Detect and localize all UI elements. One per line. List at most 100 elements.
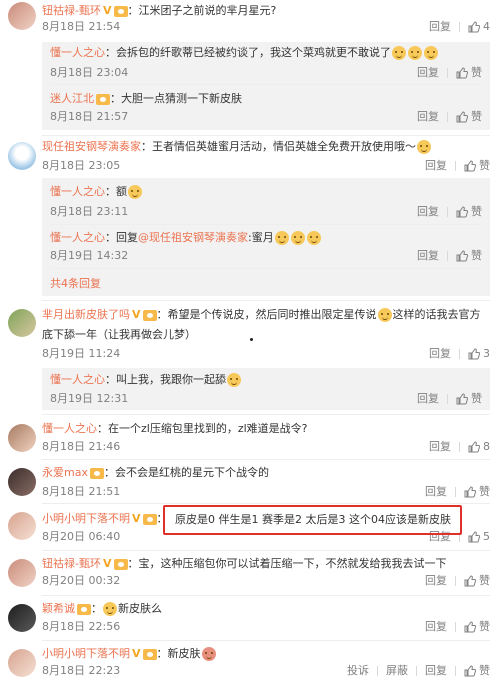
like-button[interactable]: 赞 — [456, 249, 482, 262]
reply-button[interactable]: 回复 — [425, 159, 447, 173]
username[interactable]: 芈月出新皮肤了吗 — [42, 308, 130, 321]
reply-button[interactable]: 回复 — [425, 574, 447, 588]
comment-text: 会不会是红桃的星元下个战令的 — [114, 466, 269, 479]
reply-button[interactable]: 回复 — [429, 347, 451, 361]
comment-text: 在一个zl压缩包里找到的，zl难道是战令? — [108, 422, 308, 435]
username[interactable]: 钮祜禄-甄环 — [42, 557, 101, 570]
comment-item: 永爱max ：会不会是红桃的星元下个战令的 8月18日 21:51 回复 赞 — [0, 462, 500, 502]
reply-button[interactable]: 回复 — [429, 20, 451, 34]
comment-line: 芈月出新皮肤了吗 V ：希望是个传说皮，然后同时推出限定星传说 这样的话我去官方底下舔… — [42, 305, 486, 345]
avatar[interactable] — [8, 468, 36, 496]
username[interactable]: 懂一人之心 — [50, 373, 105, 386]
timestamp: 8月18日 21:54 — [42, 20, 121, 33]
avatar[interactable] — [8, 604, 36, 632]
username[interactable]: 现任祖安钢琴演奏家 — [42, 140, 141, 153]
level-icon — [142, 648, 157, 660]
comment-actions: 回复 赞 — [425, 574, 490, 588]
level-icon — [96, 93, 110, 105]
reply-line: 迷人江北 ：大胆一点猜测一下新皮肤 — [50, 92, 242, 105]
reply-button[interactable]: 回复 — [429, 440, 451, 454]
username[interactable]: 懂一人之心 — [42, 422, 97, 435]
username[interactable]: 迷人江北 — [50, 92, 94, 105]
like-button[interactable]: 赞 — [464, 159, 490, 173]
reply-line: 懂一人之心：回复@现任祖安钢琴演奏家:蜜月 — [50, 230, 484, 246]
reply-button[interactable]: 回复 — [425, 485, 447, 499]
level-icon — [89, 467, 104, 479]
comment-line: 钮祜禄-甄环 V ：江米团子之前说的芈月星元? — [42, 4, 277, 17]
comment-item: 小明小明下落不明 V ：新皮肤 8月18日 22:23 投诉 屏蔽 回复 赞 — [0, 643, 500, 687]
like-button[interactable]: 赞 — [464, 620, 490, 634]
level-icon — [113, 558, 128, 570]
like-button[interactable]: 赞 — [456, 392, 482, 405]
more-replies-link[interactable]: 共4条回复 — [50, 277, 101, 291]
username[interactable]: 永爱max — [42, 466, 88, 479]
username[interactable]: 懂一人之心 — [50, 231, 105, 244]
comment-text: 希望是个传说皮，然后同时推出限定星传说 — [167, 308, 377, 321]
like-button[interactable]: 3 — [468, 347, 490, 361]
comment-line: 钮祜禄-甄环 V ：宝，这种压缩包你可以试着压缩一下，不然就发给我我去试一下 — [42, 557, 447, 570]
level-icon — [77, 603, 91, 615]
avatar[interactable] — [8, 2, 36, 30]
username[interactable]: 懂一人之心 — [50, 185, 105, 198]
reply-actions: 回复 赞 — [417, 392, 482, 406]
reply-text: 会拆包的纤歌蒂已经被约谈了，我这个菜鸡就更不敢说了 — [116, 46, 391, 59]
reply-line: 懂一人之心：叫上我，我跟你一起舔 — [50, 372, 484, 388]
timestamp: 8月20日 06:40 — [42, 530, 121, 543]
reply-button[interactable]: 回复 — [417, 205, 439, 218]
username[interactable]: 小明小明下落不明 — [42, 647, 130, 660]
avatar[interactable] — [8, 649, 36, 677]
verified-icon: V — [132, 647, 141, 660]
reply-button[interactable]: 回复 — [417, 66, 439, 79]
like-button[interactable]: 赞 — [456, 110, 482, 123]
timestamp: 8月18日 23:11 — [50, 205, 129, 218]
like-button[interactable]: 赞 — [464, 574, 490, 588]
like-button[interactable]: 赞 — [464, 664, 490, 678]
comment-text: 原皮是0 伴生是1 赛季是2 太后是3 这个04应该是新皮肤 — [175, 513, 451, 526]
reply-button[interactable]: 回复 — [425, 620, 447, 634]
avatar[interactable] — [8, 512, 36, 540]
comment-item: 颖希诚：新皮肤么 8月18日 22:56 回复 赞 — [0, 598, 500, 638]
like-button[interactable]: 8 — [468, 440, 490, 454]
reply-button[interactable]: 回复 — [417, 249, 439, 262]
avatar[interactable] — [8, 424, 36, 452]
like-button[interactable]: 赞 — [456, 66, 482, 79]
timestamp: 8月18日 21:51 — [42, 485, 121, 498]
timestamp: 8月18日 21:46 — [42, 440, 121, 453]
avatar[interactable] — [8, 142, 36, 170]
comment-item: 钮祜禄-甄环 V ：宝，这种压缩包你可以试着压缩一下，不然就发给我我去试一下 8月2… — [0, 553, 500, 593]
emoji-icon — [417, 140, 431, 154]
comment-item: 懂一人之心：在一个zl压缩包里找到的，zl难道是战令? 8月18日 21:46 … — [0, 418, 500, 458]
thumbs-up-icon — [464, 621, 476, 633]
timestamp: 8月19日 12:31 — [50, 392, 129, 405]
reply-button[interactable]: 回复 — [417, 110, 439, 123]
reply-button[interactable]: 回复 — [417, 392, 439, 405]
like-button[interactable]: 5 — [468, 530, 490, 544]
like-button[interactable]: 4 — [468, 20, 490, 34]
comment-actions: 回复 3 — [429, 347, 490, 361]
avatar[interactable] — [8, 309, 36, 337]
report-button[interactable]: 投诉 — [347, 664, 369, 678]
reply-button[interactable]: 回复 — [425, 664, 447, 678]
thumbs-up-icon — [456, 111, 468, 123]
emoji-icon — [392, 46, 406, 60]
like-button[interactable]: 赞 — [464, 485, 490, 499]
block-button[interactable]: 屏蔽 — [386, 664, 408, 678]
comment-line: 永爱max ：会不会是红桃的星元下个战令的 — [42, 466, 269, 479]
emoji-icon — [201, 647, 216, 661]
emoji-icon — [377, 308, 392, 322]
reply-line: 懂一人之心：会拆包的纤歌蒂已经被约谈了，我这个菜鸡就更不敢说了 — [50, 45, 484, 61]
username[interactable]: 懂一人之心 — [50, 46, 105, 59]
verified-icon: V — [102, 4, 112, 17]
username[interactable]: 颖希诚 — [42, 602, 75, 615]
mention-link[interactable]: @现任祖安钢琴演奏家 — [138, 231, 248, 244]
avatar[interactable] — [8, 559, 36, 587]
reply-text: 叫上我，我跟你一起舔 — [116, 373, 226, 386]
username[interactable]: 小明小明下落不明 — [42, 512, 130, 525]
emoji-icon — [306, 231, 321, 245]
reply-actions: 回复 赞 — [417, 205, 482, 219]
username[interactable]: 钮祜禄-甄环 — [42, 4, 101, 17]
like-button[interactable]: 赞 — [456, 205, 482, 218]
comment-actions: 投诉 屏蔽 回复 赞 — [347, 664, 490, 678]
thumbs-up-icon — [456, 250, 468, 262]
comment-text: 王者情侣英雄蜜月活动，情侣英雄全免费开放使用哦～ — [152, 140, 416, 153]
